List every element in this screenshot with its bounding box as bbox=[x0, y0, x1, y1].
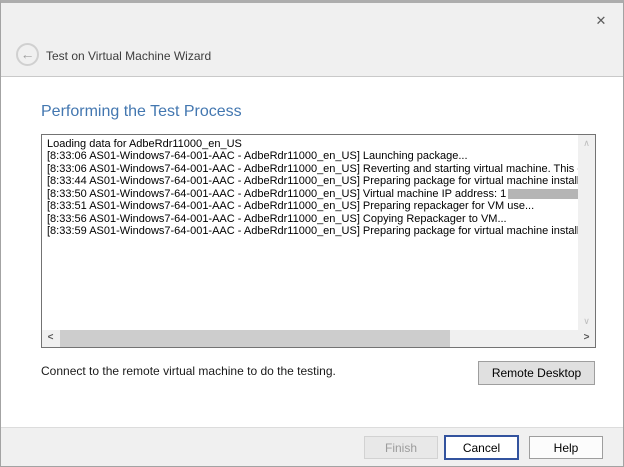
horizontal-scrollbar-thumb[interactable] bbox=[60, 330, 450, 347]
close-icon[interactable]: ✕ bbox=[592, 12, 610, 30]
log-lines: Loading data for AdbeRdr11000_en_US[8:33… bbox=[42, 135, 578, 330]
test-process-log[interactable]: Loading data for AdbeRdr11000_en_US[8:33… bbox=[41, 134, 596, 348]
log-line: [8:33:44 AS01-Windows7-64-001-AAC - Adbe… bbox=[47, 175, 576, 187]
log-line: [8:33:56 AS01-Windows7-64-001-AAC - Adbe… bbox=[47, 213, 576, 225]
cancel-button[interactable]: Cancel bbox=[444, 435, 519, 460]
back-arrow-icon: ← bbox=[21, 46, 35, 62]
vertical-scrollbar[interactable]: ∧ ∨ bbox=[578, 135, 595, 330]
log-line: [8:33:50 AS01-Windows7-64-001-AAC - Adbe… bbox=[47, 188, 576, 200]
page-title: Performing the Test Process bbox=[41, 103, 242, 121]
redaction-bar bbox=[508, 189, 578, 199]
help-button[interactable]: Help bbox=[529, 436, 603, 459]
log-line: [8:33:51 AS01-Windows7-64-001-AAC - Adbe… bbox=[47, 200, 576, 212]
log-line: Loading data for AdbeRdr11000_en_US bbox=[47, 138, 576, 150]
wizard-header: ← Test on Virtual Machine Wizard bbox=[1, 3, 623, 77]
wizard-dialog: ← Test on Virtual Machine Wizard ✕ Perfo… bbox=[0, 0, 624, 467]
scroll-down-icon[interactable]: ∨ bbox=[578, 313, 595, 330]
window-title: Test on Virtual Machine Wizard bbox=[46, 49, 211, 63]
log-line: [8:33:06 AS01-Windows7-64-001-AAC - Adbe… bbox=[47, 150, 576, 162]
finish-button[interactable]: Finish bbox=[364, 436, 438, 459]
status-message: Connect to the remote virtual machine to… bbox=[41, 364, 336, 378]
remote-desktop-button[interactable]: Remote Desktop bbox=[478, 361, 595, 385]
back-button[interactable]: ← bbox=[16, 43, 39, 66]
scroll-right-icon[interactable]: > bbox=[578, 330, 595, 347]
log-line: [8:33:06 AS01-Windows7-64-001-AAC - Adbe… bbox=[47, 163, 576, 175]
horizontal-scrollbar[interactable]: < > bbox=[42, 330, 595, 347]
log-line: [8:33:59 AS01-Windows7-64-001-AAC - Adbe… bbox=[47, 225, 576, 237]
scroll-left-icon[interactable]: < bbox=[42, 330, 59, 347]
scroll-up-icon[interactable]: ∧ bbox=[578, 135, 595, 152]
